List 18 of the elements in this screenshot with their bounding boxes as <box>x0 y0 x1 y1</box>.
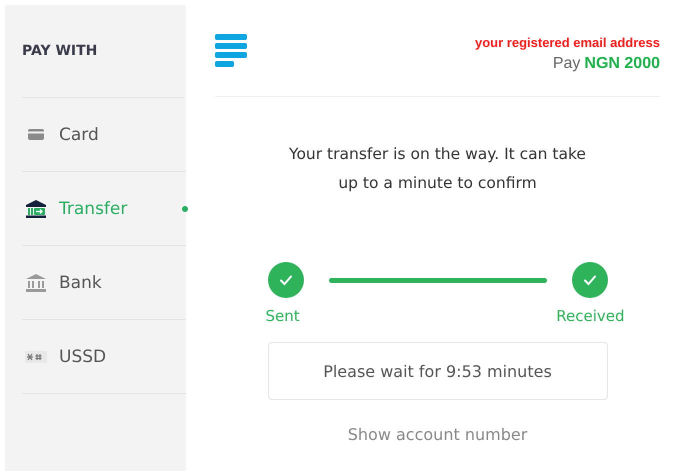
bank-transfer-icon <box>25 200 47 218</box>
payment-method-item[interactable]: Bank <box>22 246 186 320</box>
pay-label: Pay <box>552 55 580 73</box>
payment-method-item[interactable]: USSD <box>22 320 186 394</box>
customer-email: your registered email address <box>475 35 660 50</box>
bank-icon <box>26 274 46 292</box>
logo-icon <box>215 34 248 68</box>
payment-method-item[interactable]: Card <box>22 98 186 172</box>
section-heading: PAY WITH <box>22 5 184 98</box>
step-label: Received <box>556 307 624 325</box>
step-label: Sent <box>266 307 300 325</box>
payment-amount: NGN 2000 <box>584 55 660 73</box>
card-icon <box>28 129 44 140</box>
show-account-link[interactable]: Show account number <box>348 425 528 444</box>
countdown-notice: Please wait for 9:53 minutes <box>268 342 608 400</box>
keypad-symbols-icon <box>25 350 47 362</box>
active-indicator-dot <box>182 206 188 212</box>
status-message: Your transfer is on the way. It can take up to a minute to confirm <box>288 144 587 194</box>
